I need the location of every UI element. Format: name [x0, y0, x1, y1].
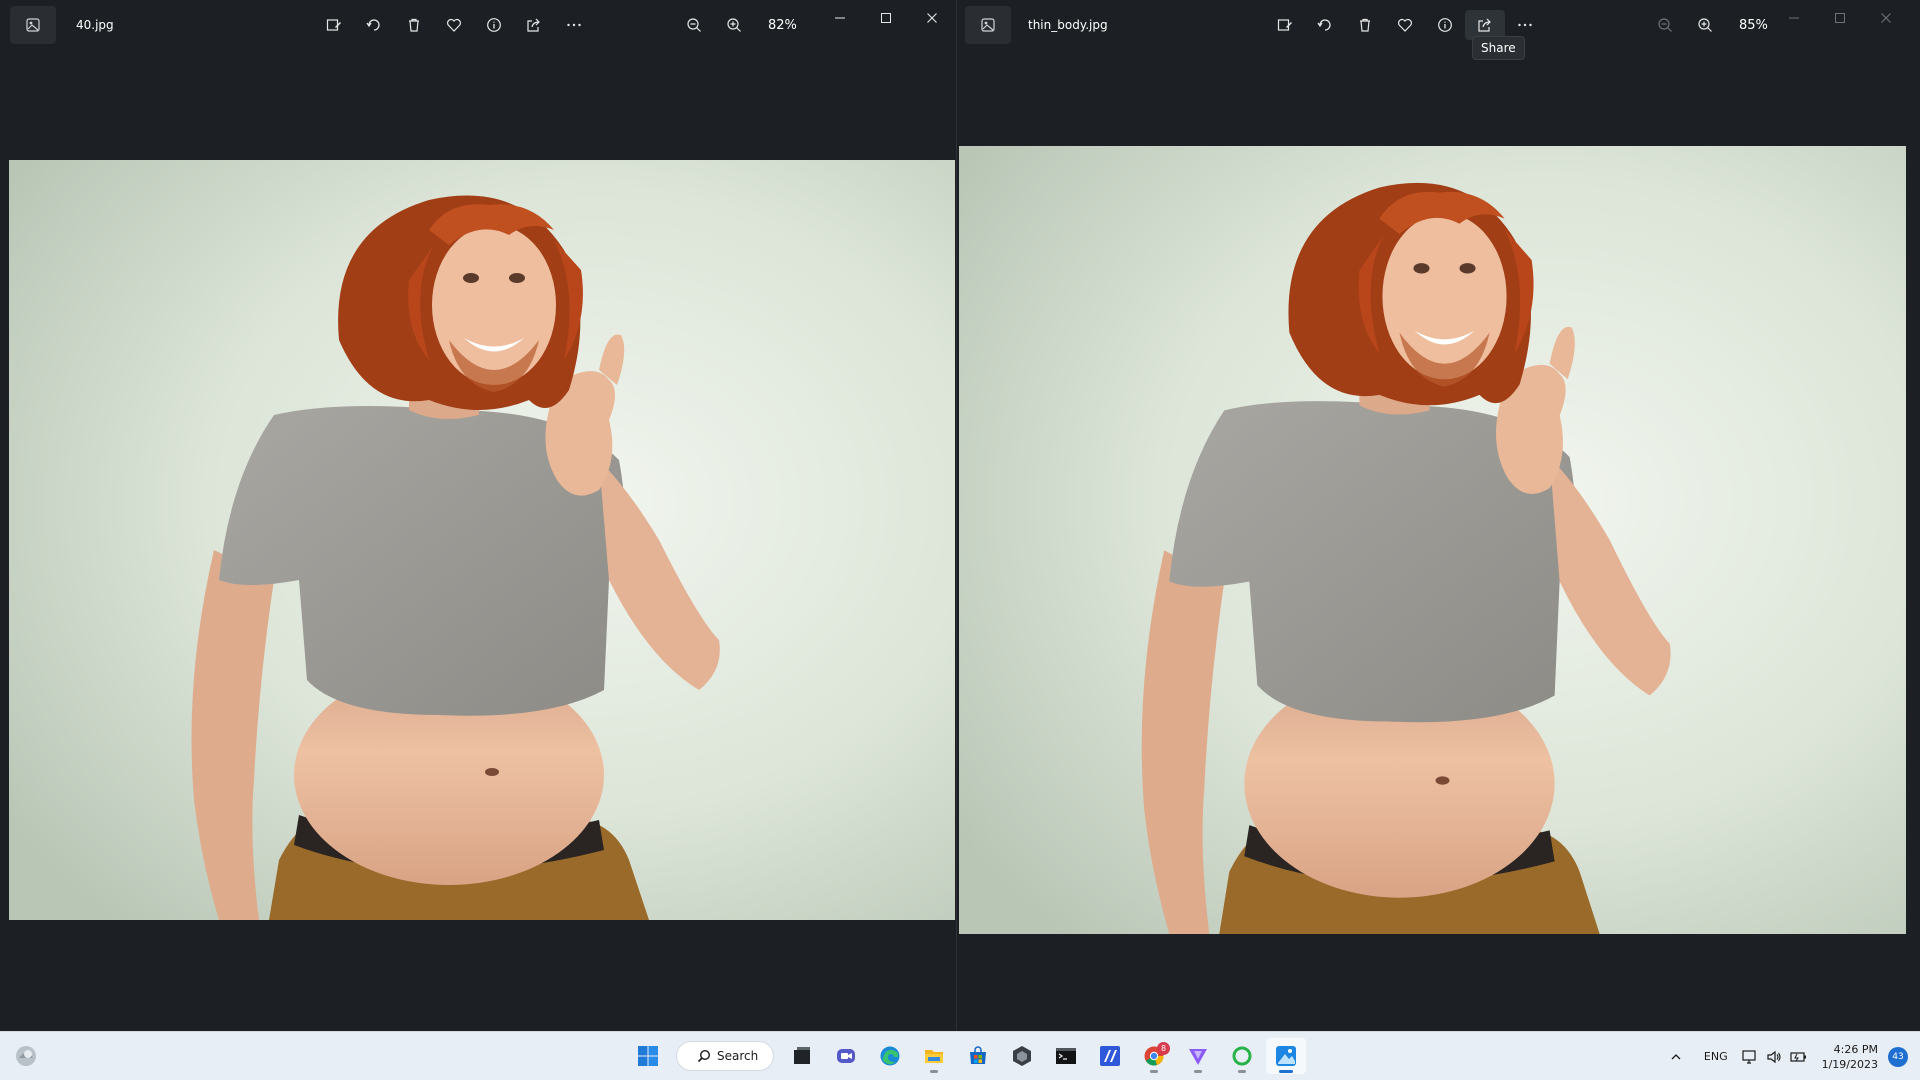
maximize-icon[interactable]: [1817, 4, 1863, 32]
minimize-icon[interactable]: [817, 4, 863, 32]
window-controls: [817, 4, 955, 32]
edge-icon[interactable]: [870, 1038, 910, 1074]
taskbar-apps: Search 8: [626, 1038, 1308, 1074]
file-explorer-icon[interactable]: [914, 1038, 954, 1074]
edit-image-icon[interactable]: [314, 10, 354, 40]
zoom-controls: 85%: [1645, 10, 1768, 40]
zoom-in-icon[interactable]: [714, 10, 754, 40]
notification-badge[interactable]: 43: [1888, 1046, 1908, 1067]
edit-image-icon[interactable]: [1265, 10, 1305, 40]
clock-date: 1/19/2023: [1821, 1057, 1878, 1071]
rotate-icon[interactable]: [1305, 10, 1345, 40]
photos-app-icon[interactable]: [10, 6, 56, 44]
battery-icon[interactable]: [1789, 1049, 1808, 1065]
toolbar: [314, 10, 594, 40]
favorite-icon[interactable]: [434, 10, 474, 40]
photo-viewer-image[interactable]: [9, 160, 955, 920]
zoom-percentage[interactable]: 85%: [1739, 18, 1768, 33]
teams-icon[interactable]: [826, 1038, 866, 1074]
delete-icon[interactable]: [1345, 10, 1385, 40]
search-label: Search: [717, 1049, 759, 1063]
chevron-up-icon[interactable]: [1666, 1051, 1686, 1063]
search-icon: [697, 1049, 711, 1063]
title-bar: thin_body.jpg 85%: [959, 0, 1920, 50]
close-icon[interactable]: [909, 4, 955, 32]
photo-viewer-image[interactable]: [959, 146, 1906, 934]
clock-time: 4:26 PM: [1833, 1042, 1878, 1056]
widgets-icon[interactable]: [14, 1044, 38, 1068]
rotate-icon[interactable]: [354, 10, 394, 40]
info-icon[interactable]: [1425, 10, 1465, 40]
taskbar: Search 8 ENG 4:26 PM 1/19/2023 43: [0, 1031, 1920, 1080]
chrome-badge: 8: [1157, 1042, 1170, 1055]
favorite-icon[interactable]: [1385, 10, 1425, 40]
share-tooltip: Share: [1472, 36, 1525, 60]
window-controls: [1771, 4, 1909, 32]
circle-app-icon[interactable]: [1222, 1038, 1262, 1074]
start-icon[interactable]: [628, 1038, 668, 1074]
photos-app-icon[interactable]: [965, 6, 1011, 44]
zoom-controls: 82%: [674, 10, 797, 40]
delete-icon[interactable]: [394, 10, 434, 40]
more-icon[interactable]: [554, 10, 594, 40]
photos-window-left: 40.jpg 82%: [0, 0, 957, 1031]
zoom-out-icon[interactable]: [674, 10, 714, 40]
photos-window-right: thin_body.jpg 85%: [959, 0, 1920, 1031]
maximize-icon[interactable]: [863, 4, 909, 32]
zoom-percentage[interactable]: 82%: [768, 18, 797, 33]
visual-studio-icon[interactable]: [1090, 1038, 1130, 1074]
info-icon[interactable]: [474, 10, 514, 40]
close-icon[interactable]: [1863, 4, 1909, 32]
vpn-icon[interactable]: [1178, 1038, 1218, 1074]
clock[interactable]: 4:26 PM 1/19/2023: [1822, 1042, 1878, 1072]
language-indicator[interactable]: ENG: [1704, 1050, 1728, 1063]
store-icon[interactable]: [958, 1038, 998, 1074]
file-name: 40.jpg: [76, 18, 114, 32]
search-box[interactable]: Search: [676, 1041, 774, 1071]
volume-icon[interactable]: [1766, 1049, 1782, 1065]
system-tray: ENG 4:26 PM 1/19/2023 43: [1666, 1032, 1920, 1080]
file-name: thin_body.jpg: [1028, 18, 1108, 32]
unity-icon[interactable]: [1002, 1038, 1042, 1074]
task-view-icon[interactable]: [782, 1038, 822, 1074]
network-icon[interactable]: [1741, 1049, 1758, 1065]
chrome-icon[interactable]: 8: [1134, 1038, 1174, 1074]
share-icon[interactable]: [514, 10, 554, 40]
zoom-out-icon[interactable]: [1645, 10, 1685, 40]
photos-icon[interactable]: [1266, 1038, 1306, 1074]
terminal-icon[interactable]: [1046, 1038, 1086, 1074]
title-bar: 40.jpg 82%: [0, 0, 956, 50]
minimize-icon[interactable]: [1771, 4, 1817, 32]
zoom-in-icon[interactable]: [1685, 10, 1725, 40]
